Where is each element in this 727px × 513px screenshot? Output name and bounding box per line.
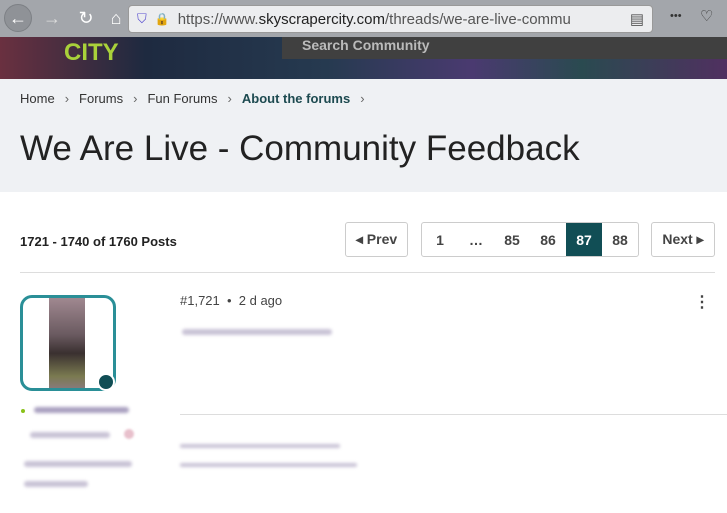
page-title: We Are Live - Community Feedback (20, 129, 580, 168)
page-87-current[interactable]: 87 (566, 223, 602, 256)
post-menu-icon[interactable]: ⋮ (694, 292, 710, 312)
page-1[interactable]: 1 (422, 223, 458, 256)
signature-line-blurred (180, 444, 340, 448)
divider (20, 272, 715, 273)
lock-icon: 🔒 (154, 12, 170, 26)
thread-header: Home › Forums › Fun Forums › About the foru… (0, 79, 727, 192)
search-input[interactable]: Search Community (282, 37, 727, 59)
flag-icon (124, 429, 134, 439)
post-body-blurred (182, 329, 332, 335)
next-button[interactable]: Next ▸ (651, 222, 715, 257)
browser-toolbar: ← → ↻ ⌂ ⛉ 🔒 https://www. skyscrapercity.c… (0, 0, 727, 37)
page-86[interactable]: 86 (530, 223, 566, 256)
breadcrumb-fun-forums[interactable]: Fun Forums (147, 91, 217, 106)
signature-divider (180, 414, 727, 415)
url-path: /threads/we-are-live-commu (385, 10, 571, 28)
pagination: 1 … 85 86 87 88 (421, 222, 639, 257)
url-bar[interactable]: ⛉ 🔒 https://www. skyscrapercity.com/threa… (128, 5, 653, 33)
breadcrumb: Home › Forums › Fun Forums › About the foru… (20, 91, 365, 106)
user-title-blurred (30, 432, 110, 438)
chevron-right-icon: › (227, 91, 232, 106)
site-logo[interactable]: CITY (64, 39, 119, 67)
breadcrumb-about[interactable]: About the forums (242, 91, 350, 106)
signature-line-blurred (180, 463, 357, 467)
breadcrumb-home[interactable]: Home (20, 91, 55, 106)
user-stats-blurred (24, 481, 88, 487)
prev-button[interactable]: ◂ Prev (345, 222, 408, 257)
reload-button[interactable]: ↻ (72, 4, 100, 32)
more-menu-button[interactable]: ••• (670, 10, 682, 22)
shield-icon: ⛉ (137, 11, 147, 26)
user-meta-blurred (24, 461, 132, 467)
page-ellipsis[interactable]: … (458, 223, 494, 256)
url-domain: skyscrapercity.com (258, 10, 385, 28)
url-prefix: https://www. (177, 10, 259, 28)
site-banner: CITY Search Community (0, 37, 727, 79)
chevron-right-icon: › (360, 91, 365, 106)
breadcrumb-forums[interactable]: Forums (79, 91, 123, 106)
post-meta: #1,721 • 2 d ago (180, 293, 283, 308)
back-button[interactable]: ← (4, 4, 32, 32)
username-blurred[interactable] (34, 407, 129, 413)
page-85[interactable]: 85 (494, 223, 530, 256)
chevron-right-icon: › (64, 91, 70, 106)
chevron-right-icon: › (133, 91, 138, 106)
home-button[interactable]: ⌂ (102, 4, 130, 32)
page-88[interactable]: 88 (602, 223, 638, 256)
badge-icon (97, 373, 115, 391)
avatar-image (49, 298, 85, 388)
pocket-icon[interactable]: ♡ (700, 7, 713, 25)
forward-button[interactable]: → (38, 4, 66, 32)
post-count: 1721 - 1740 of 1760 Posts (20, 234, 177, 249)
post-number[interactable]: #1,721 (180, 293, 220, 308)
online-dot-icon (21, 409, 25, 413)
reader-icon[interactable]: ▤ (630, 10, 644, 28)
post-time[interactable]: 2 d ago (239, 293, 282, 308)
